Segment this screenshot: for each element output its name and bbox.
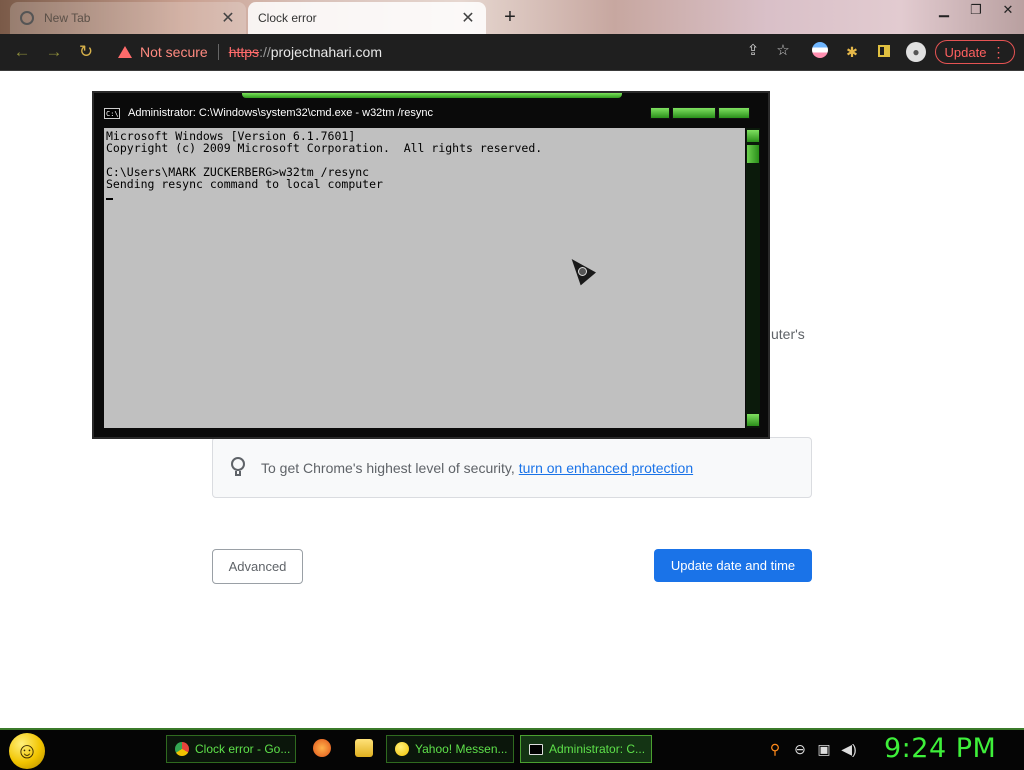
close-tab-icon[interactable]: ✕ [460, 8, 476, 28]
close-window-icon[interactable]: ✕ [992, 0, 1024, 22]
yahoo-smiley-icon [395, 742, 409, 756]
url-host: projectnahari.com [270, 44, 383, 60]
firefox-icon[interactable] [313, 739, 331, 757]
taskbar-button-cmd[interactable]: Administrator: C... [520, 735, 652, 763]
console-line: Sending resync command to local computer [106, 177, 383, 191]
cmd-close-icon[interactable] [718, 107, 750, 119]
tab-title: Clock error [258, 11, 317, 25]
minimize-icon[interactable]: ▁ [928, 0, 960, 22]
browser-toolbar: ← → ↻ Not secure https :// projectnahari… [0, 34, 1024, 71]
cmd-icon [529, 743, 543, 755]
security-tip-text: To get Chrome's highest level of securit… [261, 459, 515, 476]
start-button-smiley-icon[interactable]: ☺ [9, 733, 45, 769]
cmd-window-controls [650, 107, 750, 119]
lightbulb-icon [231, 456, 245, 479]
update-label: Update [944, 44, 987, 60]
tab-new-tab[interactable]: New Tab ✕ [10, 2, 246, 34]
reload-icon[interactable]: ↻ [75, 41, 97, 63]
bookmark-star-icon[interactable]: ☆ [768, 41, 798, 59]
pointer-dot [578, 267, 587, 276]
cmd-scrollbar[interactable] [746, 128, 760, 428]
update-button[interactable]: Update ⋮ [935, 40, 1015, 64]
cmd-app-icon: C:\ [104, 107, 120, 119]
omnibox-actions: ⇪ ☆ [738, 41, 798, 59]
not-secure-label[interactable]: Not secure [140, 44, 208, 60]
divider [217, 44, 219, 60]
scroll-down-icon[interactable] [747, 414, 759, 426]
chrome-icon [175, 742, 189, 756]
cmd-minimize-icon[interactable] [650, 107, 670, 119]
close-tab-icon[interactable]: ✕ [220, 8, 236, 28]
window-glow [242, 93, 622, 98]
tab-strip: New Tab ✕ Clock error ✕ + ▁ ❐ ✕ [0, 0, 1024, 34]
occluded-body-text: uter's [771, 326, 805, 342]
advanced-button[interactable]: Advanced [212, 549, 303, 584]
folder-icon[interactable] [355, 739, 373, 757]
cmd-maximize-icon[interactable] [672, 107, 716, 119]
security-tip-box: To get Chrome's highest level of securit… [212, 437, 812, 498]
window-controls: ▁ ❐ ✕ [928, 0, 1024, 22]
chrome-favicon-icon [20, 11, 34, 25]
update-date-time-button[interactable]: Update date and time [654, 549, 812, 582]
taskbar-button-label: Administrator: C... [549, 742, 646, 756]
extension-flag-icon[interactable] [810, 42, 830, 62]
extensions-puzzle-icon[interactable]: ✱ [842, 42, 862, 62]
tab-clock-error[interactable]: Clock error ✕ [248, 2, 486, 34]
enhanced-protection-link[interactable]: turn on enhanced protection [519, 460, 693, 476]
taskbar-button-yahoo[interactable]: Yahoo! Messen... [386, 735, 514, 763]
address-bar[interactable]: Not secure https :// projectnahari.com ⇪… [108, 39, 798, 65]
scroll-up-icon[interactable] [747, 130, 759, 142]
share-icon[interactable]: ⇪ [738, 41, 768, 59]
restore-icon[interactable]: ❐ [960, 0, 992, 22]
network-icon[interactable]: ▣ [815, 741, 833, 758]
volume-icon[interactable]: ◀) [840, 741, 858, 758]
cmd-console[interactable]: Microsoft Windows [Version 6.1.7601] Copy… [104, 128, 745, 428]
console-cursor-line [106, 190, 743, 202]
tab-title: New Tab [44, 11, 91, 25]
back-icon[interactable]: ← [11, 41, 33, 63]
url-separator: :// [259, 44, 271, 60]
minus-circle-icon[interactable]: ⊖ [791, 741, 809, 758]
warning-icon [118, 46, 132, 58]
more-menu-icon[interactable]: ⋮ [991, 44, 1005, 61]
new-tab-icon[interactable]: + [500, 6, 520, 29]
taskbar-button-chrome[interactable]: Clock error - Go... [166, 735, 296, 763]
cmd-title: Administrator: C:\Windows\system32\cmd.e… [128, 107, 434, 119]
forward-icon[interactable]: → [43, 41, 65, 63]
scroll-thumb[interactable] [747, 145, 759, 163]
side-panel-icon[interactable] [874, 42, 894, 62]
taskbar-button-label: Clock error - Go... [195, 742, 291, 756]
taskbar-button-label: Yahoo! Messen... [415, 742, 508, 756]
profile-avatar-icon[interactable]: ● [906, 42, 926, 62]
search-icon[interactable]: ⚲ [766, 741, 784, 758]
taskbar: ☺ Clock error - Go... Yahoo! Messen... A… [0, 728, 1024, 770]
text-cursor [106, 198, 113, 200]
console-line: Copyright (c) 2009 Microsoft Corporation… [106, 141, 543, 155]
taskbar-clock[interactable]: 9:24 PM [884, 733, 996, 764]
url-scheme: https [228, 44, 260, 60]
cmd-window[interactable]: C:\ Administrator: C:\Windows\system32\c… [92, 91, 770, 439]
